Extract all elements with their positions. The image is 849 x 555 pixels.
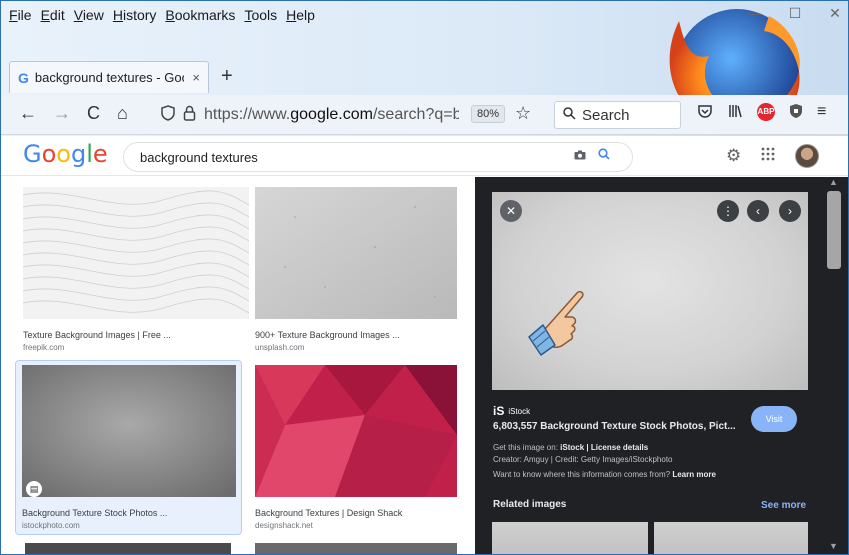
see-more-link[interactable]: See more <box>761 500 806 511</box>
google-search-input[interactable]: background textures <box>123 142 633 172</box>
result-title[interactable]: 900+ Texture Background Images ... <box>255 330 457 340</box>
source-label: iS iStock <box>493 404 530 418</box>
istock-logo-icon: iS <box>493 404 505 418</box>
result-card-unsplash[interactable]: 900+ Texture Background Images ... unspl… <box>255 187 457 352</box>
close-window-button[interactable]: ✕ <box>828 5 842 22</box>
menu-view[interactable]: View <box>74 7 104 23</box>
get-image-line: Get this image on: iStock | License deta… <box>493 443 649 452</box>
related-images-heading: Related images <box>493 499 567 510</box>
result-card-designshack[interactable]: Background Textures | Design Shack desig… <box>255 365 457 530</box>
scroll-up-icon[interactable]: ▲ <box>829 177 838 187</box>
pocket-icon[interactable] <box>697 103 713 124</box>
info-line: Want to know where this information come… <box>493 470 716 479</box>
result-site: istockphoto.com <box>22 521 80 530</box>
settings-gear-icon[interactable]: ⚙ <box>726 146 741 166</box>
minimize-button[interactable]: — <box>748 5 762 22</box>
google-favicon-icon: G <box>18 69 29 86</box>
related-image[interactable] <box>492 522 648 554</box>
preview-title[interactable]: 6,803,557 Background Texture Stock Photo… <box>493 421 753 432</box>
tracking-shield-icon[interactable] <box>161 104 175 126</box>
bookmark-star-icon[interactable]: ☆ <box>515 103 531 124</box>
image-preview-panel: ✕ ⋮ ‹ › iS iStock 6,803,557 Background T… <box>475 177 823 554</box>
google-search-icon[interactable] <box>598 147 610 163</box>
scroll-down-icon[interactable]: ▼ <box>829 541 838 551</box>
result-image[interactable] <box>22 187 250 319</box>
window-controls: — ☐ ✕ <box>748 5 842 22</box>
search-query: background textures <box>140 149 258 165</box>
result-image[interactable] <box>255 365 457 497</box>
result-image-partial[interactable] <box>255 543 457 555</box>
tab-bar: G background textures - Goog × + <box>1 61 848 93</box>
result-image[interactable] <box>22 365 236 497</box>
google-account-icons: ⚙ <box>726 144 820 168</box>
lock-icon[interactable] <box>183 105 196 126</box>
tab-title: background textures - Goog <box>34 70 185 85</box>
result-site: designshack.net <box>255 521 313 530</box>
result-title[interactable]: Texture Background Images | Free ... <box>23 330 249 340</box>
license-details-link[interactable]: License details <box>591 443 648 452</box>
navigation-bar: ← → C ⌂ https://www.google.com/search?q=… <box>1 95 848 135</box>
menu-hamburger-icon[interactable]: ≡ <box>817 103 826 124</box>
learn-more-link[interactable]: Learn more <box>672 470 716 479</box>
result-site: freepik.com <box>23 343 65 352</box>
istock-link[interactable]: iStock <box>560 443 584 452</box>
related-image[interactable] <box>654 522 808 554</box>
result-card-istock[interactable]: ▤ Background Texture Stock Photos ... is… <box>22 365 236 530</box>
menu-help[interactable]: Help <box>286 7 315 23</box>
creator-line: Creator: Amguy | Credit: Getty Images/iS… <box>493 455 673 464</box>
scroll-thumb[interactable] <box>827 191 841 269</box>
tab-close-icon[interactable]: × <box>192 70 200 85</box>
search-placeholder: Search <box>582 106 630 124</box>
zoom-level-button[interactable]: 80% <box>471 105 506 123</box>
apps-grid-icon[interactable] <box>761 146 775 166</box>
browser-window: File Edit View History Bookmarks Tools H… <box>0 0 849 555</box>
avatar[interactable] <box>795 144 820 168</box>
adblock-plus-icon[interactable]: ABP <box>757 103 775 121</box>
browser-search-box[interactable]: Search <box>554 101 681 129</box>
google-logo[interactable]: Google <box>23 140 108 168</box>
menu-file[interactable]: File <box>9 7 32 23</box>
toolbar-icons: ABP ≡ <box>697 103 826 124</box>
visit-button[interactable]: Visit <box>751 406 797 432</box>
source-name: iStock <box>508 406 531 416</box>
privacy-badger-icon[interactable] <box>789 103 803 124</box>
result-title[interactable]: Background Texture Stock Photos ... <box>22 508 236 518</box>
more-options-icon[interactable]: ⋮ <box>717 200 739 222</box>
result-image-partial[interactable] <box>25 543 231 555</box>
menu-bookmarks[interactable]: Bookmarks <box>165 7 235 23</box>
menu-tools[interactable]: Tools <box>244 7 277 23</box>
result-title[interactable]: Background Textures | Design Shack <box>255 508 457 518</box>
image-results: Texture Background Images | Free ... fre… <box>1 177 475 555</box>
home-button[interactable]: ⌂ <box>117 103 128 124</box>
browser-chrome: File Edit View History Bookmarks Tools H… <box>1 1 848 136</box>
back-button[interactable]: ← <box>19 103 37 124</box>
camera-icon[interactable] <box>574 149 586 163</box>
image-badge-icon: ▤ <box>26 481 42 497</box>
reload-button[interactable]: C <box>87 103 100 124</box>
close-preview-icon[interactable]: ✕ <box>500 200 522 222</box>
panel-scrollbar[interactable]: ▲ ▼ <box>823 177 848 554</box>
previous-image-icon[interactable]: ‹ <box>747 200 769 222</box>
forward-button[interactable]: → <box>53 103 71 124</box>
google-header: Google background textures ⚙ <box>1 136 848 176</box>
pointing-hand-cursor-icon <box>528 291 584 356</box>
maximize-button[interactable]: ☐ <box>788 5 802 22</box>
tab-google-search[interactable]: G background textures - Goog × <box>9 61 209 93</box>
new-tab-button[interactable]: + <box>221 65 233 88</box>
result-image[interactable] <box>255 187 457 319</box>
menu-edit[interactable]: Edit <box>41 7 65 23</box>
library-icon[interactable] <box>727 103 743 124</box>
menu-bar: File Edit View History Bookmarks Tools H… <box>1 1 848 29</box>
result-card-freepik[interactable]: Texture Background Images | Free ... fre… <box>22 187 250 352</box>
search-icon <box>563 107 576 123</box>
next-image-icon[interactable]: › <box>779 200 801 222</box>
menu-history[interactable]: History <box>113 7 157 23</box>
result-site: unsplash.com <box>255 343 305 352</box>
url-text: https://www.google.com/search?q=bac <box>204 106 459 123</box>
